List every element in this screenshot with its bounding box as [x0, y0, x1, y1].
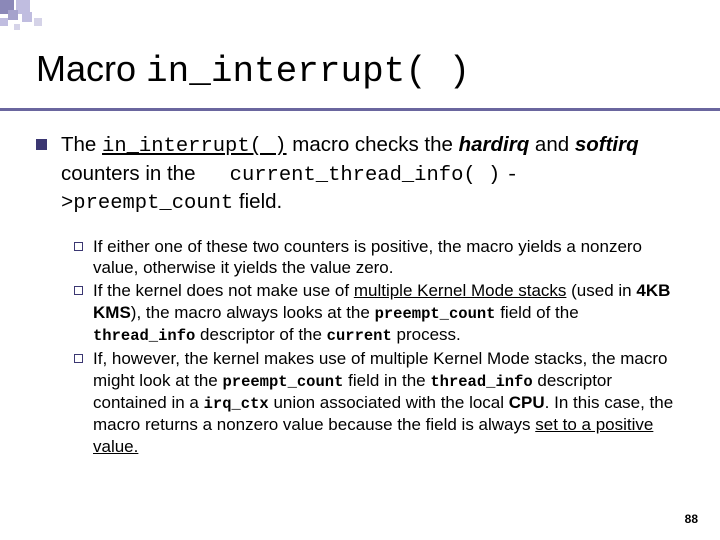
bullet-hollow-icon [74, 286, 83, 295]
slide-title: Macro in_interrupt( ) [36, 48, 470, 92]
sub-bullet-item: If the kernel does not make use of multi… [74, 280, 684, 346]
decorative-squares [0, 0, 80, 40]
sub-bullet-text: If either one of these two counters is p… [93, 236, 684, 279]
main-paragraph-text: The in_interrupt( ) macro checks the har… [61, 132, 684, 218]
slide-number: 88 [685, 512, 698, 526]
bullet-square-icon [36, 139, 47, 150]
sub-bullet-text: If the kernel does not make use of multi… [93, 280, 684, 346]
sub-bullet-item: If, however, the kernel makes use of mul… [74, 348, 684, 457]
bullet-hollow-icon [74, 242, 83, 251]
title-code: in_interrupt( ) [146, 51, 470, 92]
main-paragraph: The in_interrupt( ) macro checks the har… [36, 132, 684, 218]
title-prefix: Macro [36, 48, 146, 89]
horizontal-rule [0, 108, 720, 111]
sub-bullet-list: If either one of these two counters is p… [74, 236, 684, 457]
sub-bullet-item: If either one of these two counters is p… [74, 236, 684, 279]
bullet-hollow-icon [74, 354, 83, 363]
slide-body: The in_interrupt( ) macro checks the har… [36, 132, 684, 459]
sub-bullet-text: If, however, the kernel makes use of mul… [93, 348, 684, 457]
